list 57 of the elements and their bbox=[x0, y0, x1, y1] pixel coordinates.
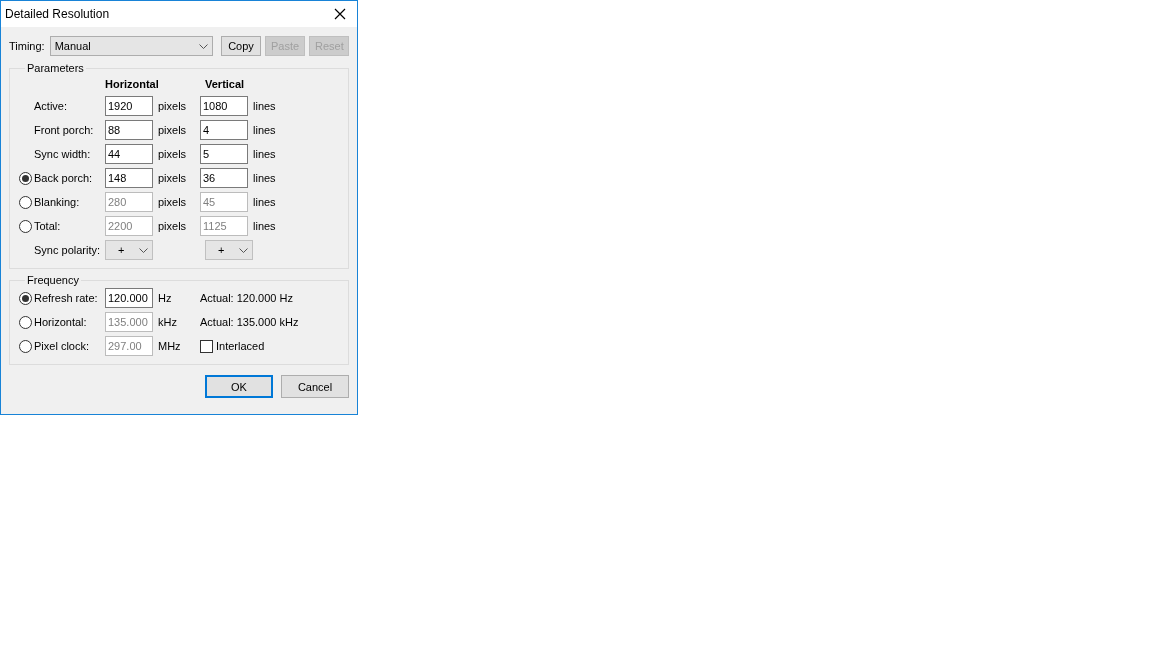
unit-label: lines bbox=[252, 172, 277, 184]
input-field[interactable]: 88 bbox=[105, 120, 153, 140]
unit-label: lines bbox=[252, 100, 277, 112]
window-title: Detailed Resolution bbox=[5, 7, 110, 21]
row-label: Blanking: bbox=[34, 196, 80, 208]
row-label: Refresh rate: bbox=[34, 292, 98, 304]
row-label: Front porch: bbox=[34, 124, 94, 136]
input-field[interactable]: 148 bbox=[105, 168, 153, 188]
row-label: Back porch: bbox=[34, 172, 93, 184]
input-field[interactable]: 36 bbox=[200, 168, 248, 188]
chevron-down-icon bbox=[139, 247, 148, 253]
unit-label: lines bbox=[252, 220, 277, 232]
polarity-dropdown[interactable]: + bbox=[205, 240, 253, 260]
dialog-button[interactable]: Cancel bbox=[281, 375, 349, 398]
polarity-dropdown[interactable]: + bbox=[105, 240, 153, 260]
row-label: Horizontal: bbox=[34, 316, 87, 328]
input-field[interactable]: 5 bbox=[200, 144, 248, 164]
unit-label: pixels bbox=[157, 100, 188, 112]
actual-value: Actual: 120.000 Hz bbox=[200, 292, 293, 304]
unit-label: Hz bbox=[157, 292, 173, 304]
radio-button[interactable] bbox=[19, 291, 32, 305]
unit-label: pixels bbox=[157, 124, 188, 136]
input-field[interactable]: 1920 bbox=[105, 96, 153, 116]
actual-value: Actual: 135.000 kHz bbox=[200, 316, 299, 328]
unit-label: pixels bbox=[157, 220, 188, 232]
input-field[interactable]: 44 bbox=[105, 144, 153, 164]
timing-dropdown[interactable]: Manual bbox=[49, 36, 213, 56]
radio-button[interactable] bbox=[19, 219, 32, 233]
unit-label: lines bbox=[252, 124, 277, 136]
unit-label: lines bbox=[252, 148, 277, 160]
input-field[interactable]: 1080 bbox=[200, 96, 248, 116]
close-icon bbox=[334, 8, 346, 20]
column-header: Vertical bbox=[205, 78, 246, 90]
chevron-down-icon bbox=[239, 247, 248, 253]
radio-button[interactable] bbox=[19, 195, 32, 209]
row-label: Total: bbox=[34, 220, 61, 232]
radio-button[interactable] bbox=[19, 171, 32, 185]
row-label: Sync polarity: bbox=[34, 244, 101, 256]
column-header: Horizontal bbox=[105, 78, 160, 90]
unit-label: lines bbox=[252, 196, 277, 208]
checkbox-label: Interlaced bbox=[216, 340, 265, 352]
row-label: Active: bbox=[34, 100, 67, 112]
input-field[interactable]: 4 bbox=[200, 120, 248, 140]
row-label: Pixel clock: bbox=[34, 340, 90, 352]
unit-label: kHz bbox=[157, 316, 178, 328]
dialog-button[interactable]: OK bbox=[205, 375, 273, 398]
unit-label: MHz bbox=[157, 340, 182, 352]
row-label: Sync width: bbox=[34, 148, 91, 160]
timing-action-button[interactable]: Copy bbox=[221, 36, 261, 56]
timing-label: Timing: bbox=[9, 40, 45, 52]
group-title: Frequency bbox=[26, 274, 80, 286]
unit-label: pixels bbox=[157, 172, 188, 184]
input-field[interactable]: 120.000 bbox=[105, 288, 153, 308]
unit-label: pixels bbox=[157, 148, 188, 160]
group-title: Parameters bbox=[26, 62, 85, 74]
unit-label: pixels bbox=[157, 196, 188, 208]
chevron-down-icon bbox=[199, 43, 208, 49]
